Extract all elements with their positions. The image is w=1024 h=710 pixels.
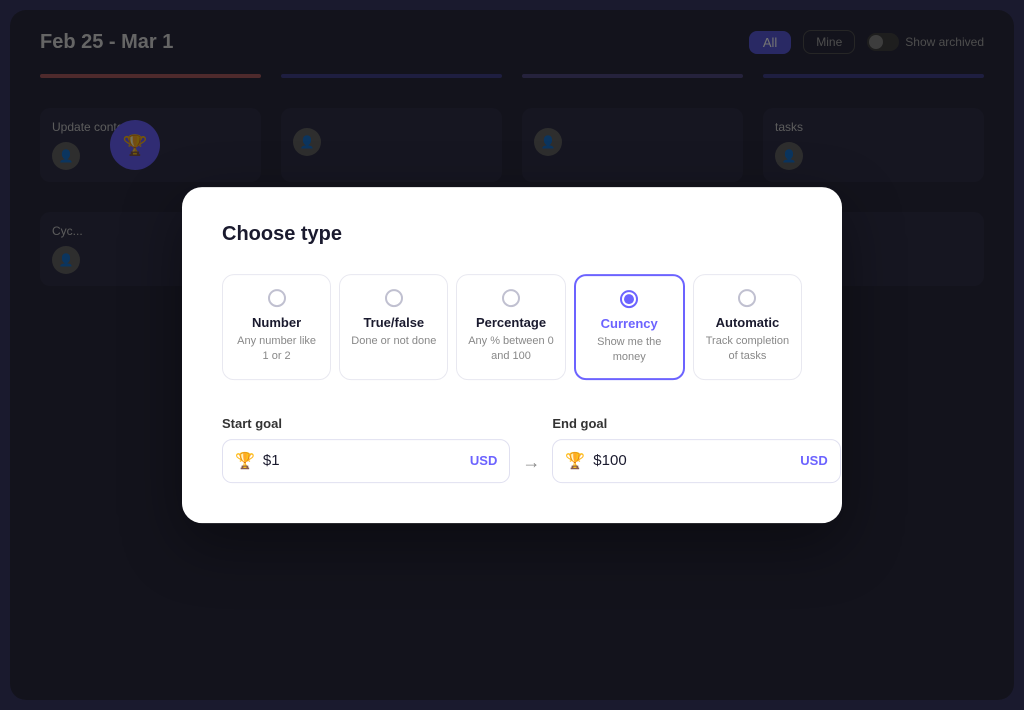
goal-section: Start goal 🏆 USD → End goal 🏆 USD [222, 416, 802, 483]
type-option-automatic[interactable]: Automatic Track completion of tasks [693, 274, 802, 380]
type-desc-currency: Show me the money [586, 335, 673, 366]
radio-truefalse[interactable] [385, 289, 403, 307]
trophy-icon-start: 🏆 [235, 451, 255, 471]
end-goal-input[interactable] [593, 452, 792, 469]
type-label-currency: Currency [601, 316, 658, 331]
start-goal-field: Start goal 🏆 USD [222, 416, 510, 483]
start-goal-label: Start goal [222, 416, 510, 431]
type-label-percentage: Percentage [476, 315, 546, 330]
type-option-truefalse[interactable]: True/false Done or not done [339, 274, 448, 380]
type-options-row: Number Any number like 1 or 2 True/false… [222, 274, 802, 380]
radio-automatic[interactable] [738, 289, 756, 307]
type-option-percentage[interactable]: Percentage Any % between 0 and 100 [456, 274, 565, 380]
type-desc-truefalse: Done or not done [351, 334, 436, 349]
end-goal-input-wrapper[interactable]: 🏆 USD [552, 439, 840, 483]
trophy-icon-end: 🏆 [565, 451, 585, 471]
type-label-number: Number [252, 315, 301, 330]
start-currency-label: USD [470, 453, 497, 468]
arrow-divider: → [522, 452, 540, 483]
type-desc-number: Any number like 1 or 2 [233, 334, 320, 365]
modal-title: Choose type [222, 223, 802, 246]
radio-number[interactable] [268, 289, 286, 307]
end-goal-label: End goal [552, 416, 840, 431]
type-label-automatic: Automatic [716, 315, 780, 330]
radio-percentage[interactable] [502, 289, 520, 307]
type-desc-automatic: Track completion of tasks [704, 334, 791, 365]
radio-currency[interactable] [620, 290, 638, 308]
start-goal-input-wrapper[interactable]: 🏆 USD [222, 439, 510, 483]
choose-type-modal: Choose type Number Any number like 1 or … [182, 187, 842, 523]
end-goal-field: End goal 🏆 USD [552, 416, 840, 483]
start-goal-input[interactable] [263, 452, 462, 469]
type-option-number[interactable]: Number Any number like 1 or 2 [222, 274, 331, 380]
end-currency-label: USD [800, 453, 827, 468]
type-label-truefalse: True/false [363, 315, 424, 330]
type-option-currency[interactable]: Currency Show me the money [574, 274, 685, 380]
type-desc-percentage: Any % between 0 and 100 [467, 334, 554, 365]
